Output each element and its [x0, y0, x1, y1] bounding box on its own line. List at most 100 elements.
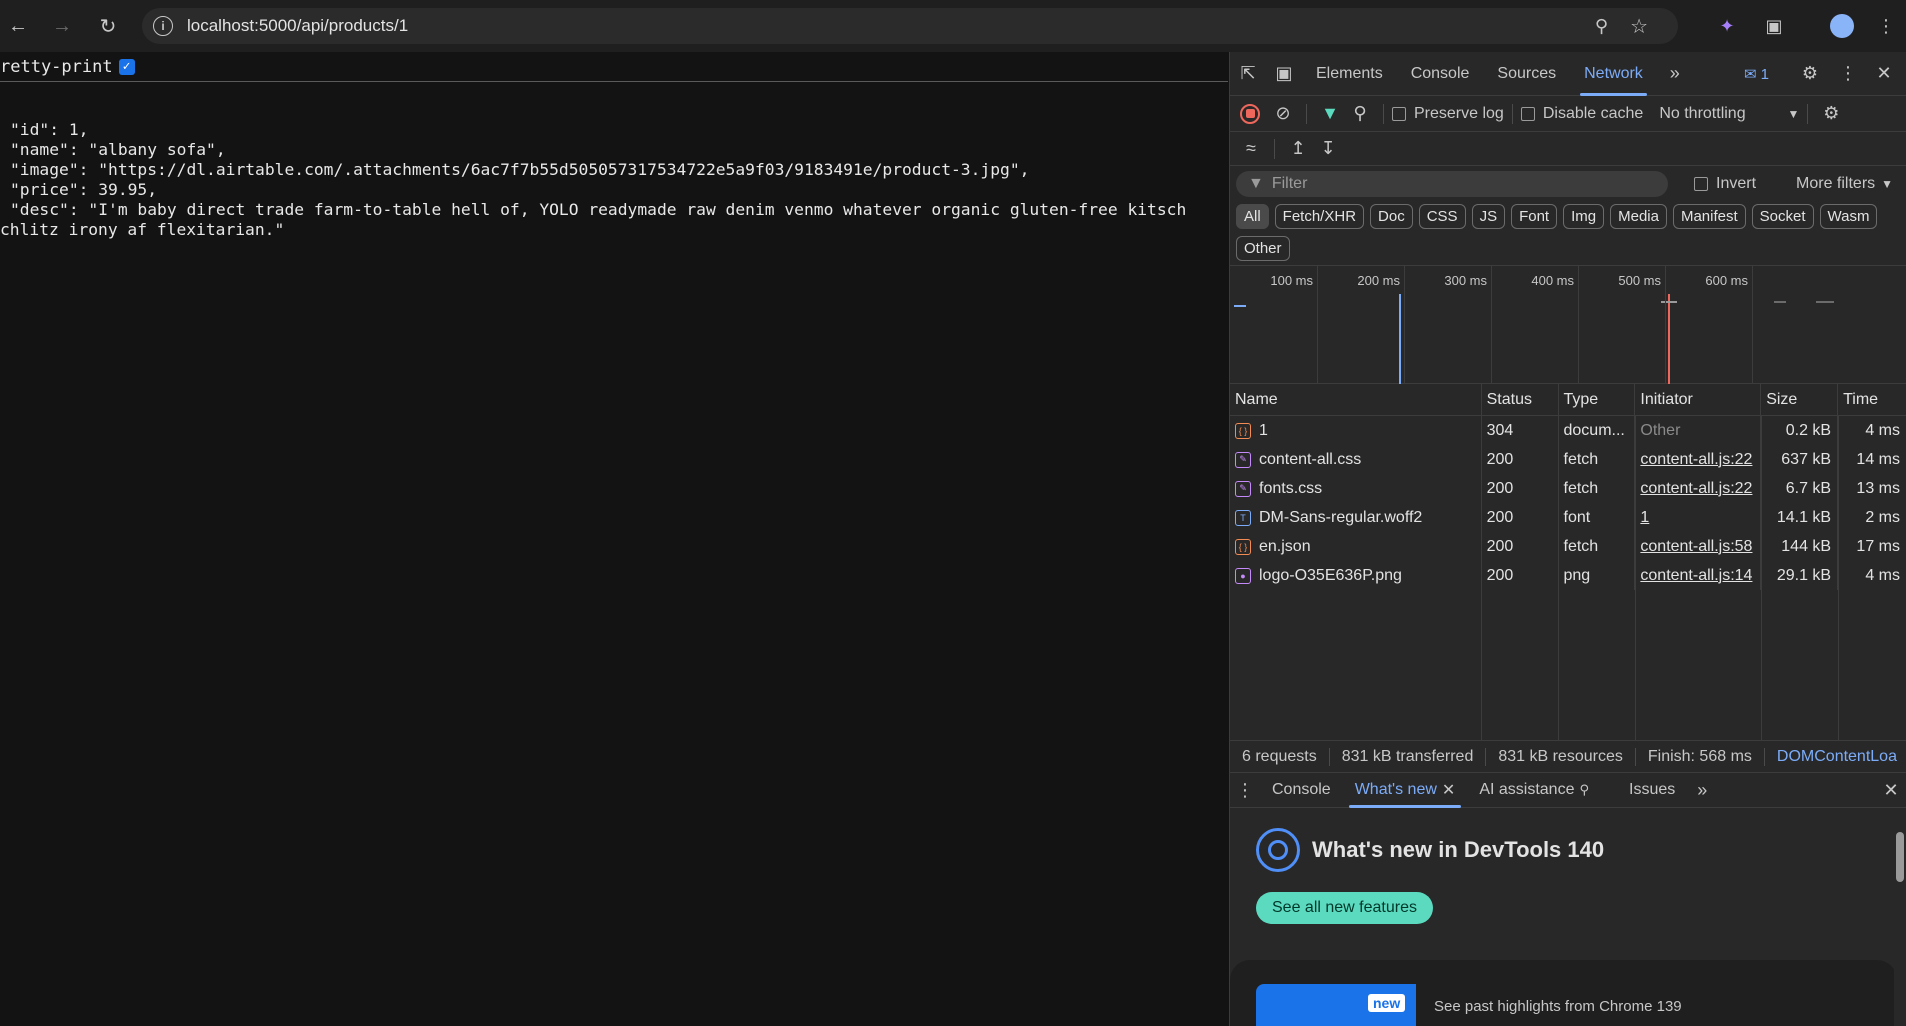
pretty-print-checkbox[interactable]: ✓ — [118, 58, 135, 75]
overview-tick-label: 300 ms — [1444, 273, 1487, 288]
devtools-panel: ⇱ ▣ Elements Console Sources Network » ✉… — [1229, 52, 1906, 1026]
chip-font[interactable]: Font — [1511, 204, 1558, 229]
chip-manifest[interactable]: Manifest — [1672, 204, 1746, 229]
scrollbar-thumb[interactable] — [1896, 832, 1904, 882]
search-icon[interactable]: ⚲ — [1345, 99, 1375, 129]
chip-other[interactable]: Other — [1236, 236, 1290, 261]
browser-toolbar: ← → ↻ i localhost:5000/api/products/1 ⚲ … — [0, 0, 1906, 52]
network-settings-icon[interactable]: ⚙ — [1816, 99, 1846, 129]
summary-dom-content-loaded: DOMContentLoa — [1776, 747, 1897, 765]
stop-recording-icon[interactable] — [1240, 103, 1260, 124]
address-bar[interactable]: i localhost:5000/api/products/1 ⚲ ☆ — [142, 8, 1678, 44]
network-summary: 6 requests 831 kB transferred 831 kB res… — [1230, 740, 1906, 772]
overview-bar-a — [1661, 301, 1677, 303]
col-name[interactable]: Name — [1230, 384, 1482, 415]
whats-new-heading: What's new in DevTools 140 — [1256, 828, 1906, 872]
new-badge: new — [1368, 994, 1406, 1012]
chip-socket[interactable]: Socket — [1751, 204, 1814, 229]
disable-cache-label: Disable cache — [1542, 104, 1644, 122]
preserve-log-checkbox[interactable] — [1392, 106, 1406, 121]
network-conditions-icon[interactable]: ≈ — [1236, 134, 1266, 164]
type-filter-chips: All Fetch/XHR Doc CSS JS Font Img Media Manifest… — [1230, 202, 1906, 266]
drawer-scrollbar[interactable] — [1894, 808, 1906, 1026]
json-line: "id": 1, — [10, 120, 89, 139]
disable-cache-checkbox[interactable] — [1520, 106, 1535, 121]
avatar[interactable] — [1828, 12, 1856, 40]
close-drawer-icon[interactable]: ✕ — [1876, 772, 1906, 808]
issues-counter[interactable]: ✉ 1 — [1744, 52, 1769, 96]
drawer-more-tabs-icon[interactable]: » — [1687, 772, 1717, 808]
inspect-element-icon[interactable]: ⇱ — [1230, 52, 1266, 96]
overview-tick-label: 100 ms — [1270, 273, 1313, 288]
forward-icon[interactable]: → — [46, 10, 78, 42]
overview-tick-label: 600 ms — [1705, 273, 1748, 288]
device-toolbar-icon[interactable]: ▣ — [1266, 52, 1302, 96]
filter-input[interactable]: ▼ Filter — [1236, 171, 1668, 197]
menu-kebab-icon[interactable]: ⋮ — [1872, 12, 1900, 40]
back-icon[interactable]: ← — [2, 10, 34, 42]
highlights-card[interactable]: new See past highlights from Chrome 139 — [1230, 960, 1897, 1026]
filter-row: ▼ Filter Invert More filters ▼ — [1230, 166, 1906, 202]
tab-sources[interactable]: Sources — [1483, 52, 1570, 96]
close-tab-icon[interactable]: ✕ — [1442, 780, 1455, 800]
url-text[interactable]: localhost:5000/api/products/1 — [187, 16, 408, 36]
drawer-tab-issues[interactable]: Issues — [1617, 772, 1687, 808]
zoom-icon[interactable]: ⚲ — [1595, 16, 1608, 37]
overview-tick-label: 200 ms — [1357, 273, 1400, 288]
chip-img[interactable]: Img — [1563, 204, 1605, 229]
bookmark-star-icon[interactable]: ☆ — [1630, 14, 1648, 39]
col-status[interactable]: Status — [1482, 384, 1559, 415]
chip-js[interactable]: JS — [1471, 204, 1506, 229]
invert-label: Invert — [1716, 175, 1757, 192]
col-time[interactable]: Time — [1838, 384, 1906, 415]
tab-elements[interactable]: Elements — [1302, 52, 1397, 96]
summary-resources: 831 kB resources — [1486, 747, 1636, 766]
request-time: 4 ms — [1865, 566, 1900, 584]
requests-table: Name Status Type Initiator Size Time { }… — [1230, 384, 1906, 740]
tab-console[interactable]: Console — [1397, 52, 1484, 96]
chip-media[interactable]: Media — [1610, 204, 1667, 229]
overview-gridline — [1491, 266, 1492, 384]
whats-new-panel: What's new in DevTools 140 See all new f… — [1230, 808, 1906, 1026]
close-devtools-icon[interactable]: ✕ — [1866, 52, 1902, 96]
drawer-tab-ai-assistance[interactable]: AI assistance ⚲ — [1467, 772, 1601, 808]
chip-fetch-xhr[interactable]: Fetch/XHR — [1274, 204, 1365, 229]
overview-gridline — [1752, 266, 1753, 384]
overview-tick-label: 500 ms — [1618, 273, 1661, 288]
overview-gridline — [1578, 266, 1579, 384]
devtools-menu-icon[interactable]: ⋮ — [1830, 52, 1866, 96]
clear-icon[interactable]: ⊘ — [1268, 99, 1298, 129]
network-toolbar-secondary: ≈ ↥ ↧ — [1230, 132, 1906, 166]
see-all-features-button[interactable]: See all new features — [1256, 892, 1433, 924]
chip-wasm[interactable]: Wasm — [1819, 204, 1878, 229]
network-overview: 100 ms 200 ms 300 ms 400 ms 500 ms 600 ms — [1230, 266, 1906, 384]
whats-new-title: What's new in DevTools 140 — [1312, 837, 1605, 862]
filter-funnel-icon[interactable]: ▼ — [1315, 99, 1345, 129]
extensions-icon[interactable]: ▣ — [1760, 12, 1788, 40]
overview-tick-label: 400 ms — [1531, 273, 1574, 288]
drawer-menu-icon[interactable]: ⋮ — [1230, 772, 1260, 808]
tab-network[interactable]: Network — [1570, 52, 1657, 96]
highlights-card-text: See past highlights from Chrome 139 — [1434, 998, 1682, 1015]
col-initiator[interactable]: Initiator — [1635, 384, 1762, 415]
col-size[interactable]: Size — [1761, 384, 1839, 415]
invert-checkbox[interactable] — [1694, 177, 1708, 191]
drawer-tab-console[interactable]: Console — [1260, 772, 1343, 808]
chip-css[interactable]: CSS — [1418, 204, 1466, 229]
request-time: 14 ms — [1856, 450, 1900, 468]
settings-gear-icon[interactable]: ⚙ — [1792, 52, 1828, 96]
overview-gridline — [1404, 266, 1405, 384]
more-tabs-icon[interactable]: » — [1657, 52, 1693, 96]
site-info-icon[interactable]: i — [153, 16, 173, 36]
col-type[interactable]: Type — [1559, 384, 1636, 415]
more-filters-button[interactable]: More filters — [1796, 175, 1875, 193]
chip-doc[interactable]: Doc — [1370, 204, 1413, 229]
json-line: "price": 39.95, — [10, 180, 158, 199]
throttling-select[interactable]: No throttling ▼ — [1659, 105, 1799, 123]
import-har-icon[interactable]: ↥ — [1283, 134, 1313, 164]
chip-all[interactable]: All — [1236, 204, 1269, 229]
export-har-icon[interactable]: ↧ — [1313, 134, 1343, 164]
reload-icon[interactable]: ↻ — [92, 10, 124, 42]
gemini-icon[interactable]: ✦ — [1713, 12, 1741, 40]
drawer-tab-whats-new[interactable]: What's new ✕ — [1343, 772, 1468, 808]
